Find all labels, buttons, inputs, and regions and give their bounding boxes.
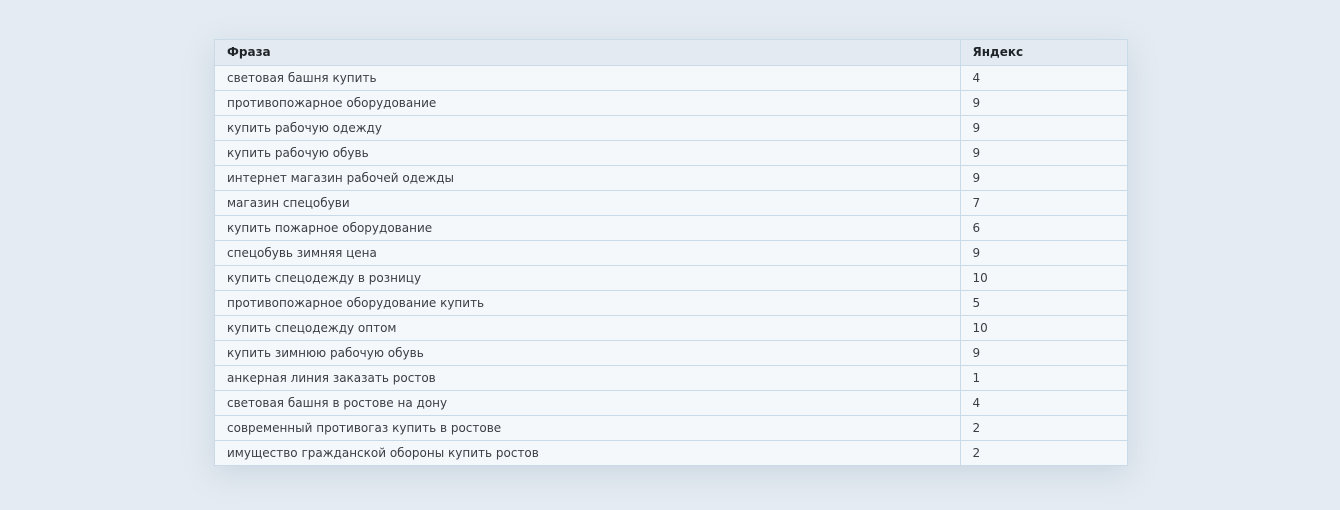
table-row: купить спецодежду оптом 10: [215, 314, 1127, 340]
table-row: световая башня в ростове на дону 4: [215, 389, 1127, 415]
page: Фраза Яндекс световая башня купить 4 проти…: [0, 0, 1340, 510]
header-row: Фраза Яндекс: [215, 40, 1127, 66]
cell-yandex: 9: [960, 114, 1127, 140]
cell-phrase: противопожарное оборудование: [215, 89, 961, 115]
cell-yandex: 2: [960, 414, 1127, 440]
table-row: купить зимнюю рабочую обувь 9: [215, 339, 1127, 365]
cell-yandex: 9: [960, 339, 1127, 365]
cell-phrase: анкерная линия заказать ростов: [215, 364, 961, 390]
cell-phrase: купить пожарное оборудование: [215, 214, 961, 240]
cell-yandex: 10: [960, 264, 1127, 290]
cell-yandex: 9: [960, 139, 1127, 165]
keyword-table: Фраза Яндекс световая башня купить 4 проти…: [215, 40, 1127, 465]
cell-phrase: имущество гражданской обороны купить рос…: [215, 439, 961, 465]
cell-phrase: купить рабочую обувь: [215, 139, 961, 165]
cell-yandex: 9: [960, 164, 1127, 190]
cell-phrase: купить зимнюю рабочую обувь: [215, 339, 961, 365]
cell-yandex: 6: [960, 214, 1127, 240]
cell-phrase: световая башня в ростове на дону: [215, 389, 961, 415]
table-row: купить рабочую обувь 9: [215, 139, 1127, 165]
table-row: магазин спецобуви 7: [215, 189, 1127, 215]
cell-yandex: 7: [960, 189, 1127, 215]
table-row: интернет магазин рабочей одежды 9: [215, 164, 1127, 190]
cell-yandex: 4: [972, 70, 981, 85]
table-row: купить рабочую одежду 9: [215, 114, 1127, 140]
table-row: противопожарное оборудование 9: [215, 89, 1127, 115]
table-row: спецобувь зимняя цена 9: [215, 239, 1127, 265]
table-row: купить спецодежду в розницу 10: [215, 264, 1127, 290]
table-row: противопожарное оборудование купить 5: [215, 289, 1127, 315]
cell-phrase: купить спецодежду в розницу: [215, 264, 961, 290]
table-row: световая башня купить 4: [215, 65, 1127, 90]
table-row: имущество гражданской обороны купить рос…: [215, 439, 1127, 465]
table-row: купить пожарное оборудование 6: [215, 214, 1127, 240]
cell-phrase: световая башня купить: [215, 65, 961, 90]
cell-yandex: 4: [960, 389, 1127, 415]
table-body: световая башня купить 4 противопожарное об…: [215, 65, 1127, 465]
table-row: анкерная линия заказать ростов 1: [215, 364, 1127, 390]
column-header-yandex: Яндекс: [960, 40, 1127, 66]
cell-phrase: противопожарное оборудование купить: [215, 289, 961, 315]
cell-phrase: интернет магазин рабочей одежды: [215, 164, 961, 190]
cell-yandex: 9: [960, 239, 1127, 265]
cell-phrase: современный противогаз купить в ростове: [215, 414, 961, 440]
cell-yandex: 10: [960, 314, 1127, 340]
keyword-table-container: Фраза Яндекс световая башня купить 4 проти…: [214, 39, 1128, 466]
column-header-phrase: Фраза: [215, 40, 961, 66]
cell-yandex: 1: [960, 364, 1127, 390]
table-row: современный противогаз купить в ростове 2: [215, 414, 1127, 440]
cell-yandex: 9: [960, 89, 1127, 115]
cell-phrase: магазин спецобуви: [215, 189, 961, 215]
cell-yandex: 5: [960, 289, 1127, 315]
cell-phrase: купить спецодежду оптом: [215, 314, 961, 340]
cell-phrase: купить рабочую одежду: [215, 114, 961, 140]
table-header: Фраза Яндекс: [215, 40, 1127, 66]
cell-yandex: 2: [960, 439, 1127, 465]
cell-phrase: спецобувь зимняя цена: [215, 239, 961, 265]
